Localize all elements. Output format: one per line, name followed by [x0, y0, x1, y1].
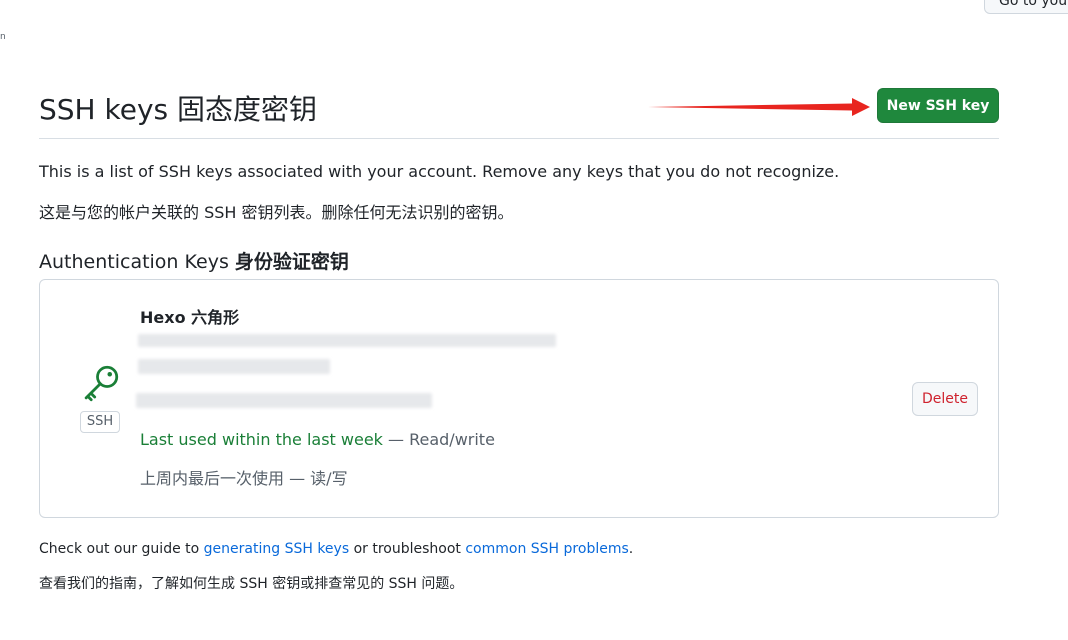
new-ssh-key-button[interactable]: New SSH key	[877, 88, 999, 123]
generating-ssh-keys-link[interactable]: generating SSH keys	[204, 541, 349, 557]
footer-prefix: Check out our guide to	[39, 541, 204, 557]
section-title-authentication-keys: Authentication Keys 身份验证密钥	[39, 247, 349, 274]
red-arrow-annotation	[648, 98, 870, 116]
go-to-profile-button[interactable]: Go to your	[984, 0, 1068, 14]
common-ssh-problems-link[interactable]: common SSH problems	[465, 541, 628, 557]
footer-guide-cn: 查看我们的指南，了解如何生成 SSH 密钥或排查常见的 SSH 问题。	[39, 576, 464, 592]
redacted-added-date	[138, 359, 330, 374]
delete-key-button[interactable]: Delete	[912, 382, 978, 416]
section-title-en: Authentication Keys	[39, 251, 229, 273]
footer-middle: or troubleshoot	[349, 541, 466, 557]
access-level: — Read/write	[382, 430, 495, 449]
description-en: This is a list of SSH keys associated wi…	[39, 162, 840, 181]
ssh-key-card: SSH Hexo 六角形 Last used within the last w…	[39, 279, 999, 518]
ssh-badge: SSH	[80, 411, 120, 433]
section-title-cn: 身份验证密钥	[234, 251, 349, 273]
last-used-status-cn: 上周内最后一次使用 — 读/写	[140, 469, 348, 488]
footer-suffix: .	[628, 541, 634, 557]
tiny-mark: n	[0, 32, 6, 42]
redacted-key-details	[136, 393, 432, 408]
redacted-fingerprint	[138, 334, 556, 347]
key-title: Hexo 六角形	[140, 308, 240, 327]
key-icon	[84, 365, 119, 402]
description-cn: 这是与您的帐户关联的 SSH 密钥列表。删除任何无法识别的密钥。	[39, 203, 514, 222]
last-used-status: Last used within the last week — Read/wr…	[140, 430, 495, 449]
last-used-text: Last used within the last week	[140, 430, 383, 449]
page-title: SSH keys 固态度密钥	[39, 93, 318, 126]
footer-guide: Check out our guide to generating SSH ke…	[39, 541, 633, 557]
title-divider	[39, 138, 999, 139]
